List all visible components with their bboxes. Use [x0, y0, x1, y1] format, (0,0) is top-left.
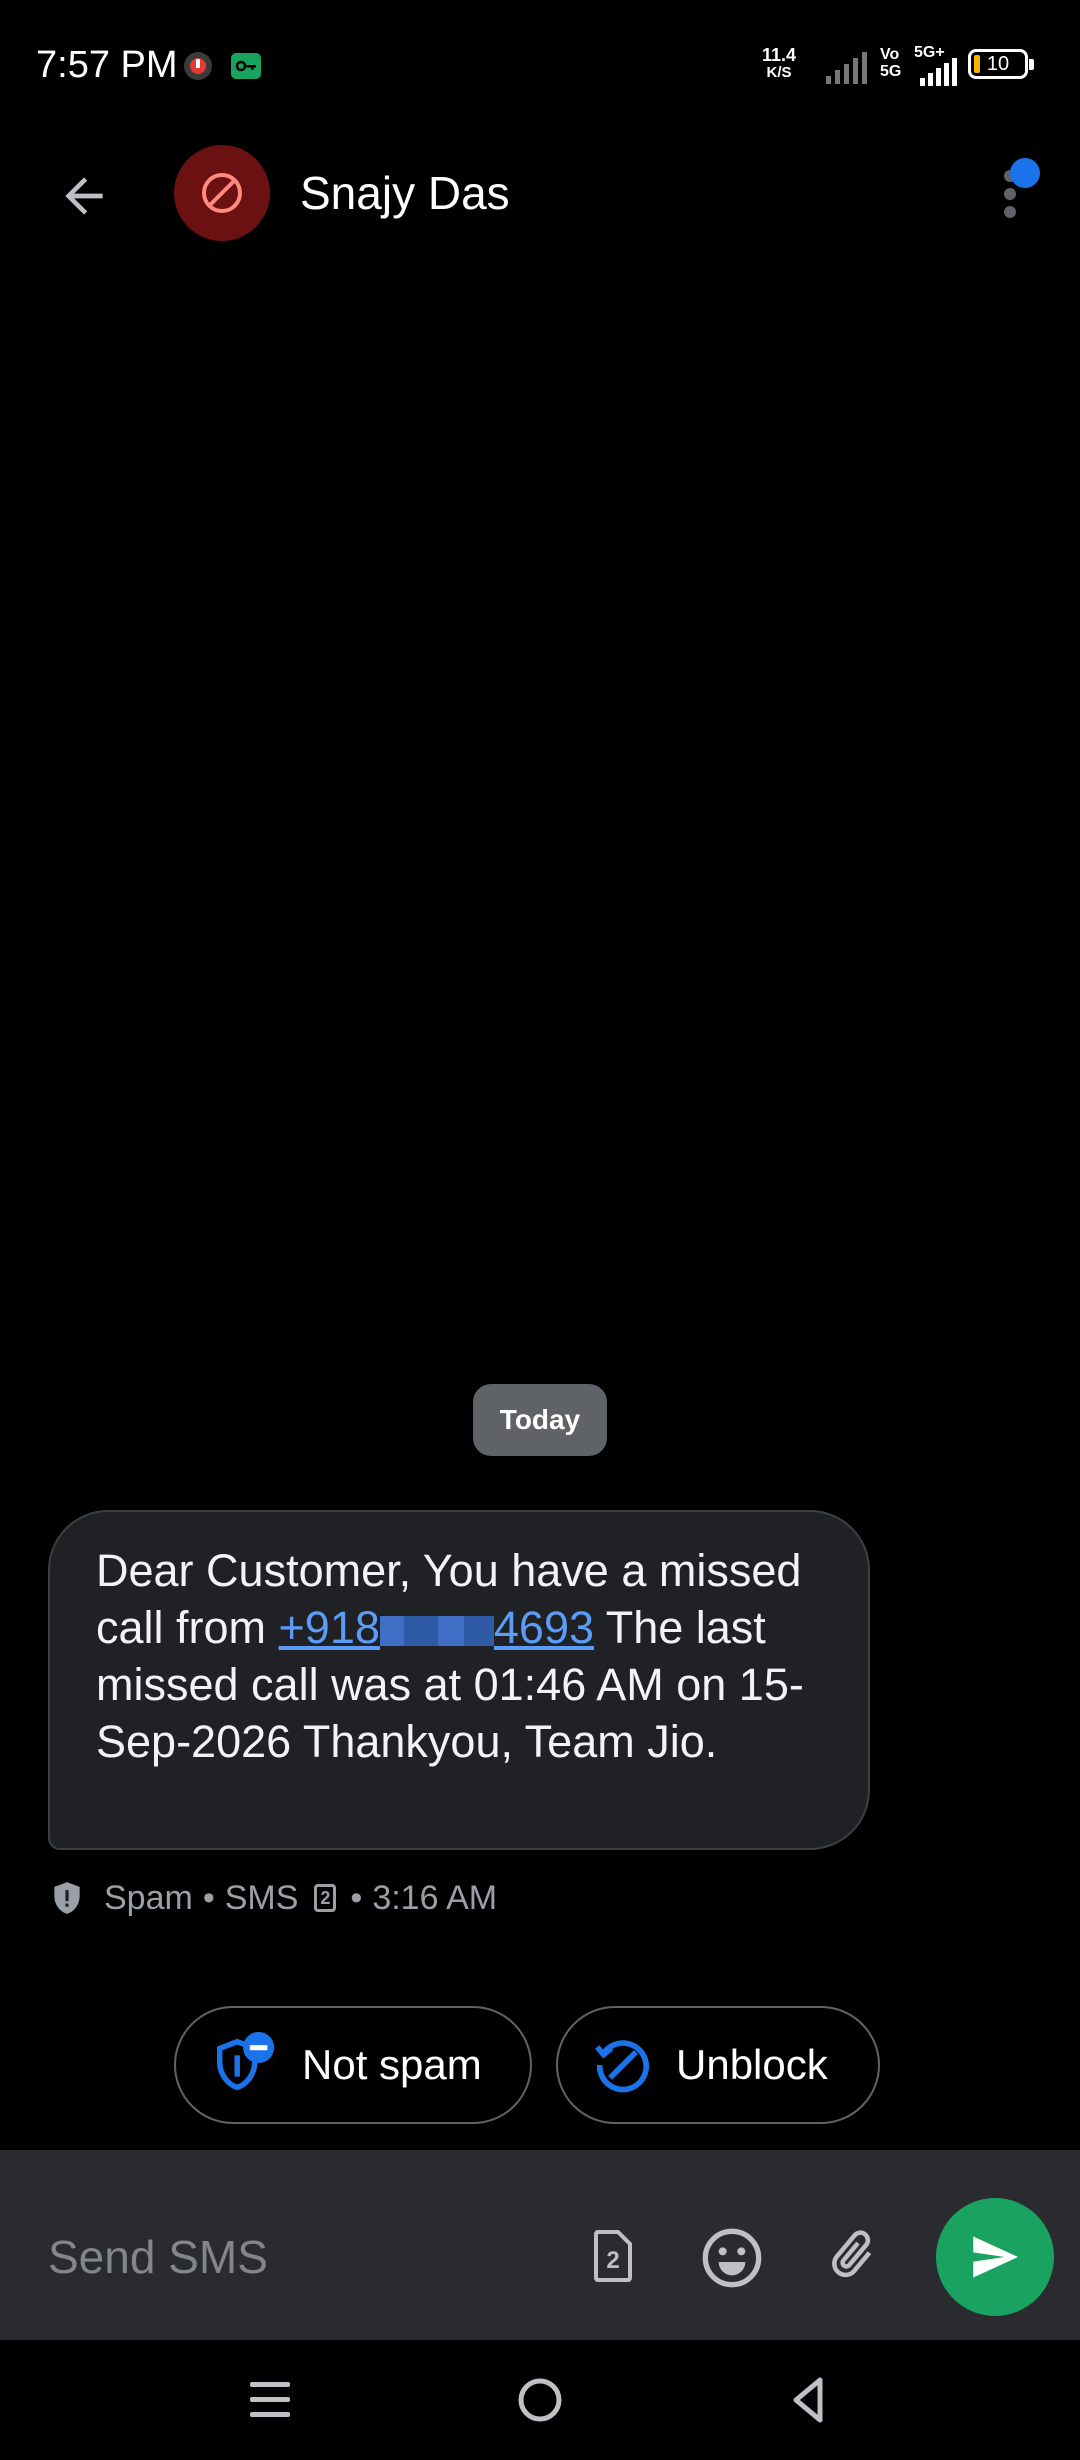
back-button[interactable] — [48, 160, 120, 232]
status-bar: 7:57 PM 11.4 K/S Vo 5G 5G+ 10 — [0, 0, 1080, 120]
phone-number-link[interactable]: +918 4693 — [279, 1602, 594, 1653]
message-text: Dear Customer, You have a missed call fr… — [96, 1542, 822, 1770]
paperclip-icon — [832, 2230, 872, 2278]
meta-separator: • — [350, 1878, 363, 1917]
phone-suffix: 4693 — [493, 1602, 595, 1653]
home-button[interactable] — [510, 2370, 570, 2430]
volte-label: Vo 5G — [880, 46, 901, 80]
battery-indicator: 10 — [968, 49, 1034, 79]
redacted-block — [379, 1616, 404, 1647]
meta-separator: • — [202, 1878, 215, 1917]
phone-prefix: +918 — [278, 1602, 380, 1653]
sms-input[interactable]: Send SMS — [48, 2230, 268, 2284]
speed-value: 11.4 — [762, 45, 797, 65]
5g-label: 5G — [880, 63, 902, 80]
unblock-label: Unblock — [676, 2041, 828, 2088]
contact-name[interactable]: Snajy Das — [300, 166, 510, 220]
sim-number: 2 — [606, 2247, 619, 2274]
not-spam-label: Not spam — [302, 2041, 482, 2088]
notification-dot — [1010, 158, 1040, 188]
attach-button[interactable] — [822, 2226, 882, 2286]
message-meta: Spam • SMS 2 • 3:16 AM — [48, 1876, 497, 1920]
unblock-icon — [594, 2040, 650, 2093]
shield-remove-icon — [217, 2031, 275, 2091]
message-type: SMS — [224, 1878, 299, 1917]
spam-label: Spam — [104, 1878, 193, 1917]
sim-icon: 2 — [314, 1884, 337, 1912]
date-chip: Today — [473, 1384, 607, 1456]
sim-select-button[interactable]: 2 — [582, 2226, 642, 2286]
not-spam-button[interactable]: Not spam — [174, 2006, 532, 2124]
emoji-icon — [702, 2228, 762, 2288]
unblock-button[interactable]: Unblock — [556, 2006, 880, 2124]
recording-icon — [184, 52, 212, 80]
redacted-block — [403, 1616, 438, 1647]
signal-2-icon — [920, 58, 957, 86]
message-time: 3:16 AM — [372, 1878, 498, 1917]
arrow-back-icon — [65, 177, 103, 215]
sim-card-icon: 2 — [594, 2230, 632, 2282]
emoji-button[interactable] — [700, 2226, 762, 2288]
menu-lines-icon — [250, 2382, 290, 2417]
home-circle-icon — [518, 2378, 562, 2422]
send-icon — [973, 2236, 1018, 2278]
redacted-block — [437, 1616, 464, 1647]
speed-unit: K/S — [766, 64, 792, 81]
nav-back-button[interactable] — [780, 2370, 840, 2430]
battery-level: 10 — [986, 52, 1010, 75]
shield-alert-icon — [54, 1882, 80, 1914]
vpn-key-icon — [231, 53, 261, 79]
message-bubble[interactable]: Dear Customer, You have a missed call fr… — [48, 1510, 870, 1850]
redacted-block — [463, 1616, 494, 1647]
blocked-icon — [202, 173, 242, 213]
recents-button[interactable] — [240, 2370, 300, 2430]
vo-label: Vo — [880, 46, 900, 63]
network-speed: 11.4 K/S — [762, 46, 796, 82]
triangle-back-icon — [793, 2377, 823, 2423]
avatar[interactable] — [174, 145, 270, 241]
signal-1-icon — [826, 52, 867, 84]
send-button[interactable] — [936, 2198, 1054, 2316]
status-time: 7:57 PM — [36, 44, 178, 86]
